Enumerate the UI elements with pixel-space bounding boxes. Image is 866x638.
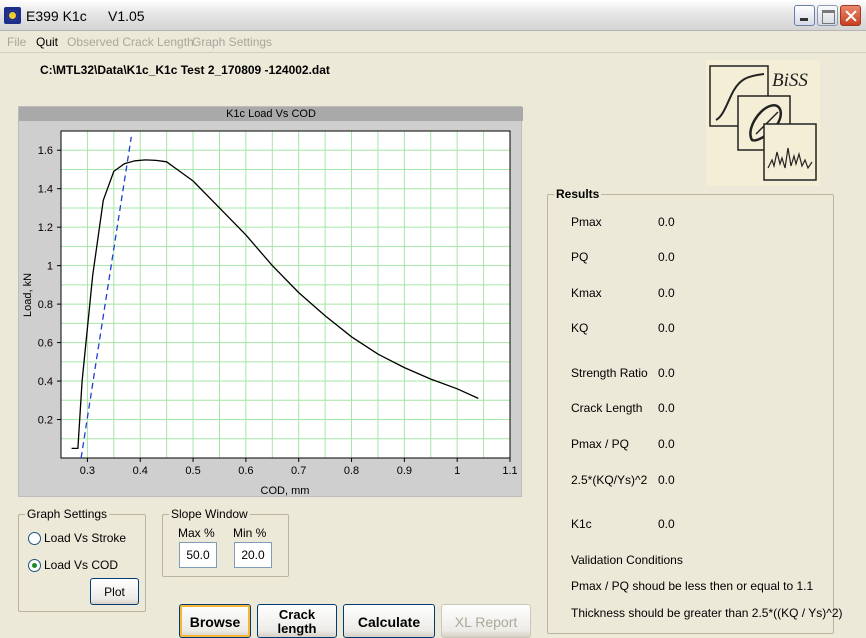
results-group: Results Pmax 0.0 PQ 0.0 Kmax 0.0 KQ 0.0 …	[547, 187, 843, 634]
y-tick-label: 0.8	[38, 299, 53, 311]
y-tick-label: 1.2	[38, 222, 53, 234]
result-label-pq: PQ	[571, 250, 589, 264]
x-tick-label: 1.1	[502, 465, 517, 477]
y-tick-label: 0.2	[38, 415, 53, 427]
result-value-pmax-pq: 0.0	[658, 437, 675, 451]
x-tick-label: 1	[454, 465, 460, 477]
load-vs-cod-label: Load Vs COD	[44, 558, 119, 572]
window-version: V1.05	[108, 8, 145, 24]
result-value-strength-ratio: 0.0	[658, 366, 675, 380]
chart-x-axis-label: COD, mm	[261, 485, 310, 497]
crack-length-button-line2: length	[277, 621, 317, 636]
result-label-kmax: Kmax	[571, 286, 602, 300]
chart-y-axis-label: Load, kN	[22, 273, 34, 317]
slope-window-group: Slope Window Max % Min %	[162, 507, 289, 577]
x-tick-label: 0.9	[397, 465, 412, 477]
app-icon[interactable]	[4, 7, 21, 24]
close-button[interactable]	[840, 5, 861, 26]
x-tick-label: 0.7	[291, 465, 306, 477]
max-percent-input[interactable]	[179, 542, 217, 568]
result-label-crack-length: Crack Length	[571, 401, 643, 415]
load-vs-cod-radio[interactable]	[28, 559, 41, 572]
menu-quit[interactable]: Quit	[36, 35, 58, 49]
crack-length-button[interactable]: Crack length	[257, 604, 337, 638]
validation-condition-1: Pmax / PQ shoud be less then or equal to…	[571, 579, 814, 593]
result-label-kq: KQ	[571, 321, 589, 335]
y-tick-label: 1.4	[38, 184, 53, 196]
xl-report-button: XL Report	[441, 604, 531, 638]
load-vs-stroke-radio[interactable]	[28, 532, 41, 545]
result-value-k1c: 0.0	[658, 517, 675, 531]
validation-title: Validation Conditions	[571, 553, 683, 567]
x-tick-label: 0.3	[80, 465, 95, 477]
chart-plot-svg: 0.3 0.4 0.5 0.6 0.7 0.8 0.9 1 1.1 0.2 0.4 0.6 0.8 1 1.…	[22, 130, 518, 497]
biss-logo-graphic: BiSS	[709, 65, 817, 181]
chart-title: K1c Load Vs COD	[19, 107, 523, 121]
minimize-button[interactable]	[794, 5, 815, 26]
min-percent-label: Min %	[233, 526, 267, 540]
result-label-pmax: Pmax	[571, 215, 602, 229]
y-tick-label: 1	[47, 261, 53, 273]
result-value-kq: 0.0	[658, 321, 675, 335]
x-tick-label: 0.8	[344, 465, 359, 477]
load-vs-cod-chart: K1c Load Vs COD 0.3 0.4 0.5 0.6 0.7 0.8 0.9 1 1.…	[18, 106, 523, 497]
menu-file: File	[7, 35, 27, 49]
result-value-pq: 0.0	[658, 250, 675, 264]
x-tick-label: 0.4	[133, 465, 148, 477]
result-label-k1c: K1c	[571, 517, 592, 531]
x-tick-label: 0.6	[238, 465, 253, 477]
result-value-kmax: 0.0	[658, 286, 675, 300]
result-label-kq-ys: 2.5*(KQ/Ys)^2	[571, 473, 648, 487]
result-value-kq-ys: 0.0	[658, 473, 675, 487]
plot-button[interactable]: Plot	[90, 578, 139, 605]
min-percent-input[interactable]	[234, 542, 272, 568]
crack-length-button-line1: Crack	[278, 607, 316, 622]
menu-bar: File Quit Observed Crack Length Graph Se…	[0, 31, 866, 53]
result-value-pmax: 0.0	[658, 215, 675, 229]
slope-window-legend: Slope Window	[169, 507, 250, 521]
menu-observed-crack-length: Observed Crack Length	[67, 35, 194, 49]
max-percent-label: Max %	[178, 526, 215, 540]
maximize-button	[817, 5, 838, 26]
x-tick-label: 0.5	[185, 465, 200, 477]
calculate-button[interactable]: Calculate	[343, 604, 435, 638]
result-value-crack-length: 0.0	[658, 401, 675, 415]
logo-text: BiSS	[772, 70, 808, 91]
browse-button[interactable]: Browse	[179, 604, 251, 638]
graph-settings-legend: Graph Settings	[25, 507, 110, 521]
y-tick-label: 0.6	[38, 338, 53, 350]
menu-graph-settings: Graph Settings	[192, 35, 273, 49]
result-label-pmax-pq: Pmax / PQ	[571, 437, 630, 451]
validation-condition-2: Thickness should be greater than 2.5*((K…	[571, 606, 843, 620]
plot-area	[61, 131, 510, 458]
title-bar: E399 K1c V1.05	[0, 0, 866, 31]
y-tick-label: 1.6	[38, 145, 53, 157]
results-legend: Results	[554, 187, 602, 201]
window-title: E399 K1c	[26, 8, 87, 24]
load-vs-stroke-label: Load Vs Stroke	[44, 531, 127, 545]
graph-settings-group: Graph Settings Load Vs Stroke Load Vs CO…	[18, 507, 146, 612]
data-file-path: C:\MTL32\Data\K1c_K1c Test 2_170809 -124…	[40, 63, 330, 77]
biss-logo: BiSS	[706, 60, 820, 186]
result-label-strength-ratio: Strength Ratio	[571, 366, 648, 380]
y-tick-label: 0.4	[38, 376, 53, 388]
